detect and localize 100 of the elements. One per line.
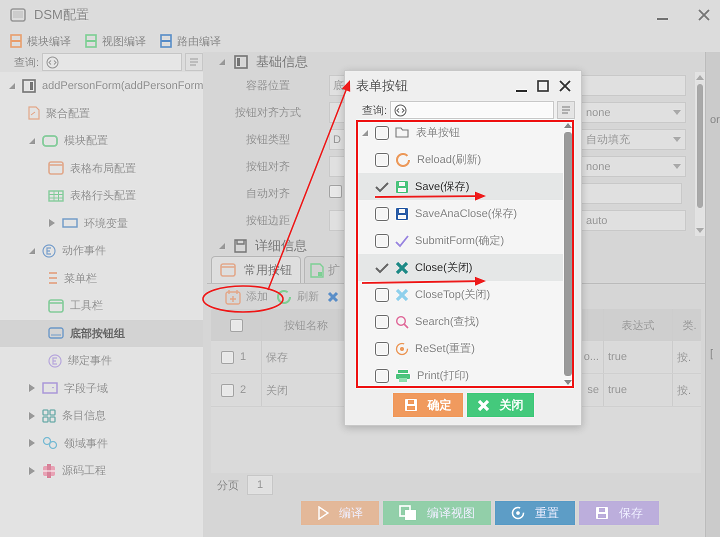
grid-icon: [48, 190, 64, 202]
ok-button[interactable]: 确定: [392, 393, 462, 417]
copy-icon: [399, 505, 417, 521]
tree-item[interactable]: 环境变量: [0, 210, 203, 237]
button-group-icon: [48, 327, 64, 340]
tree-item[interactable]: 动作事件: [0, 237, 203, 264]
tree-item[interactable]: 表格行头配置: [0, 182, 203, 210]
text-field[interactable]: [580, 75, 686, 96]
checkbox[interactable]: [375, 206, 389, 220]
page-field[interactable]: 1: [247, 475, 273, 495]
checkbox[interactable]: [221, 350, 234, 364]
search-field[interactable]: [390, 101, 554, 119]
form-icon: [234, 55, 248, 69]
play-icon: [317, 506, 329, 520]
tree-item[interactable]: 绑定事件: [0, 347, 203, 374]
search-menu-button[interactable]: [185, 53, 203, 71]
checkbox[interactable]: [375, 314, 389, 328]
minimize-icon: [516, 90, 527, 92]
printer-icon: [395, 368, 411, 382]
search-label: 查询:: [14, 56, 40, 70]
check-icon: [395, 234, 409, 248]
tree-item[interactable]: 条目信息: [0, 402, 203, 430]
checkbox[interactable]: [375, 234, 389, 248]
reload-icon: [395, 152, 411, 168]
checkbox[interactable]: [375, 126, 389, 140]
list-item[interactable]: CloseTop(关闭): [358, 281, 563, 308]
item-label: 表单按钮: [416, 126, 460, 140]
list-item[interactable]: SaveAnaClose(保存): [358, 200, 563, 227]
clipped-text: [: [710, 348, 714, 360]
checkbox[interactable]: [329, 184, 342, 198]
checkbox[interactable]: [221, 384, 234, 396]
pagination-label: 分页: [217, 478, 239, 492]
list-item[interactable]: SubmitForm(确定): [358, 227, 563, 254]
text-field[interactable]: auto: [580, 210, 686, 231]
expand-icon: [28, 466, 36, 475]
list-item[interactable]: Save(保存): [358, 173, 563, 200]
checkbox[interactable]: [375, 152, 389, 166]
search-field[interactable]: [42, 53, 182, 71]
tree-item[interactable]: 模块配置: [0, 127, 203, 154]
checkbox[interactable]: [375, 260, 389, 274]
add-button[interactable]: 添加: [225, 288, 268, 304]
select-field[interactable]: 自动填充: [580, 129, 686, 150]
event-icon: [42, 244, 56, 258]
close-button[interactable]: 关闭: [466, 393, 534, 417]
save-button[interactable]: 保存: [579, 501, 659, 525]
checkbox[interactable]: [375, 342, 389, 356]
menu-icon: [48, 271, 58, 286]
toolbar-button[interactable]: 模块编译: [10, 34, 71, 48]
tree-item[interactable]: 菜单栏: [0, 264, 203, 292]
reset-button[interactable]: 重置: [495, 501, 575, 525]
field-label: 按钮边距: [245, 214, 291, 228]
scroll-down-icon: [696, 228, 704, 233]
section-title: 基础信息: [256, 53, 308, 71]
tree-label: addPersonForm(addPersonForm: [42, 80, 204, 92]
tree-label: 环境变量: [84, 216, 128, 231]
expand-icon: [28, 246, 36, 255]
tree-item[interactable]: 领域事件: [0, 430, 203, 457]
tree-item[interactable]: 聚合配置: [0, 100, 203, 127]
tab[interactable]: 扩: [304, 256, 346, 283]
list-item[interactable]: 表单按钮: [358, 119, 563, 146]
compile-button[interactable]: 编译: [301, 501, 379, 525]
checkmark-icon: [375, 180, 389, 192]
checkbox[interactable]: [375, 368, 389, 382]
list-item[interactable]: Close(关闭): [358, 254, 563, 281]
select-field[interactable]: none: [580, 156, 686, 177]
checkbox[interactable]: [375, 288, 389, 302]
tree-item[interactable]: addPersonForm(addPersonForm: [0, 72, 203, 100]
document-icon: [234, 239, 247, 253]
scrollbar[interactable]: [695, 72, 705, 236]
search-menu-button[interactable]: [557, 101, 575, 119]
form-icon: [22, 78, 36, 93]
save-icon: [595, 506, 609, 520]
tiles-icon: [42, 408, 56, 423]
dialog-title: 表单按钮: [356, 77, 409, 95]
tree-label: 聚合配置: [46, 106, 90, 121]
tree-item[interactable]: 工具栏: [0, 292, 203, 320]
tree-label: 表格行头配置: [70, 189, 136, 204]
tree-item[interactable]: 源码工程: [0, 457, 203, 484]
row-number: 2: [240, 384, 246, 396]
tree-item[interactable]: 底部按钮组: [0, 320, 203, 347]
code-icon: [46, 56, 60, 68]
item-label: Search(查找): [415, 315, 480, 329]
tree-item[interactable]: 表格布局配置: [0, 154, 203, 182]
checkbox[interactable]: [375, 180, 389, 194]
variable-icon: [62, 217, 78, 230]
event-icon: [48, 354, 62, 368]
select-field[interactable]: none: [580, 102, 686, 123]
delete-button[interactable]: [327, 290, 339, 302]
toolbar-button[interactable]: 路由编译: [160, 34, 221, 48]
list-item[interactable]: Reload(刷新): [358, 146, 563, 173]
toolbar-button[interactable]: 视图编译: [85, 34, 146, 48]
checkbox[interactable]: [230, 318, 242, 332]
tree-item[interactable]: 字段子域: [0, 374, 203, 402]
view-button[interactable]: 编译视图: [383, 501, 491, 525]
checkmark-icon: [375, 262, 389, 274]
expand-icon: [48, 219, 56, 228]
row-number: 1: [240, 351, 246, 363]
refresh-button[interactable]: 刷新: [276, 288, 319, 304]
caret-icon: [673, 164, 681, 169]
item-label: Save(保存): [415, 180, 470, 194]
